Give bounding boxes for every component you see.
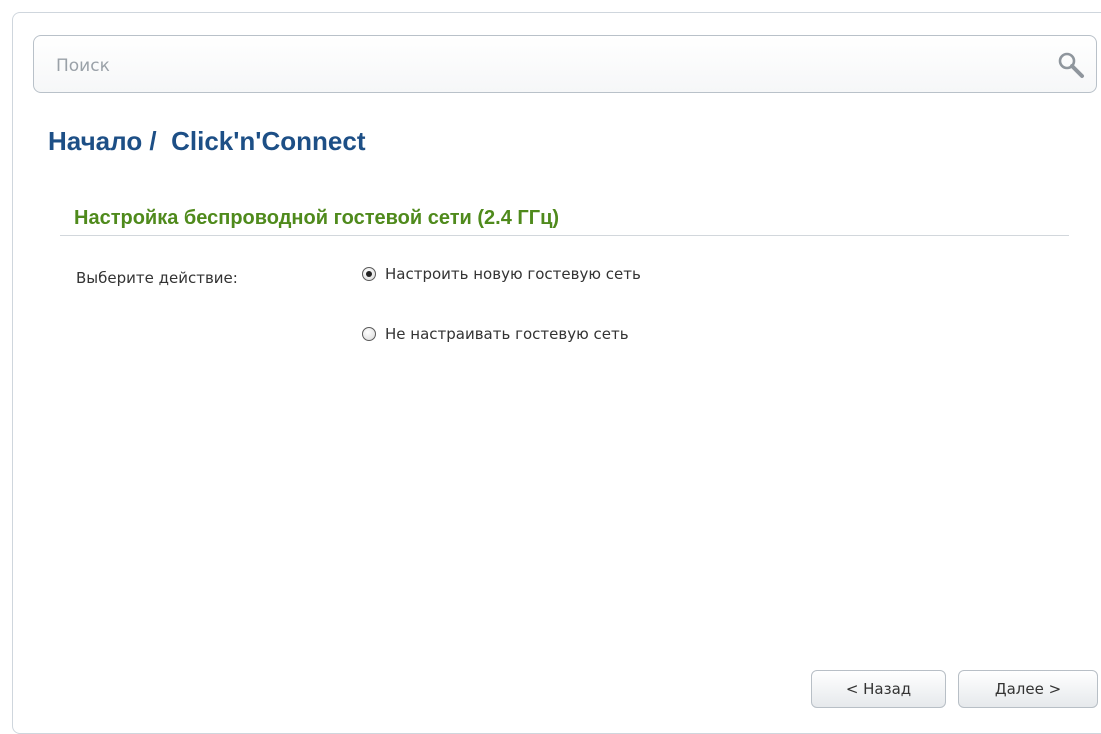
radio-option-label: Настроить новую гостевую сеть (385, 265, 641, 283)
search-icon[interactable] (1056, 50, 1086, 80)
radio-option-setup-guest[interactable]: Настроить новую гостевую сеть (362, 265, 641, 283)
search-input[interactable] (54, 48, 1018, 84)
radio-option-skip-guest[interactable]: Не настраивать гостевую сеть (362, 325, 629, 343)
action-label: Выберите действие: (76, 269, 238, 287)
section-title: Настройка беспроводной гостевой сети (2.… (74, 207, 560, 229)
back-button[interactable]: < Назад (811, 670, 946, 708)
breadcrumb: Начало / Click'n'Connect (48, 126, 366, 156)
section-divider (60, 235, 1069, 236)
next-button[interactable]: Далее > (958, 670, 1098, 708)
search-box (33, 35, 1097, 93)
radio-button-checked-icon[interactable] (362, 267, 376, 281)
radio-option-label: Не настраивать гостевую сеть (385, 325, 629, 343)
main-panel (12, 12, 1101, 734)
radio-button-unchecked-icon[interactable] (362, 327, 376, 341)
